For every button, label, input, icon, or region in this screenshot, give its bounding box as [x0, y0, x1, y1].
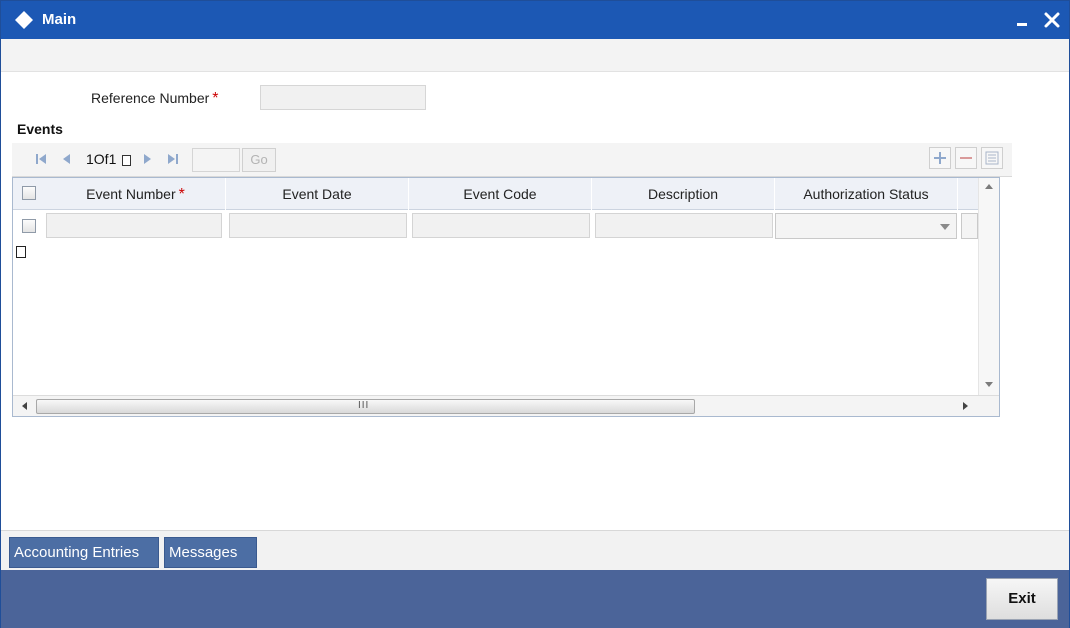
diamond-icon [15, 11, 33, 29]
column-header-label: Event Number [86, 186, 176, 202]
footer-bar: Exit [1, 570, 1069, 628]
main-window: Main Reference Number * Events 1Of1 Go E… [0, 0, 1070, 628]
horizontal-scroll-thumb[interactable]: III [36, 399, 695, 414]
events-grid: 1Of1 Go Event Number * Event Date Event … [12, 143, 1012, 417]
column-header-authorization-status[interactable]: Authorization Status [775, 178, 958, 210]
scroll-grip: III [358, 400, 370, 411]
exit-button[interactable]: Exit [986, 578, 1058, 620]
column-header-description[interactable]: Description [592, 178, 775, 210]
authorization-status-select[interactable] [775, 213, 957, 239]
go-button[interactable]: Go [242, 148, 276, 172]
page-number-input[interactable] [192, 148, 240, 172]
reference-number-label: Reference Number * [91, 90, 219, 108]
last-page-icon[interactable] [166, 152, 180, 166]
first-page-icon[interactable] [34, 152, 48, 166]
single-view-button[interactable] [981, 147, 1003, 169]
previous-page-icon[interactable] [60, 152, 74, 166]
table-header: Event Number * Event Date Event Code Desc… [13, 178, 978, 210]
pager-glyph-box [122, 155, 131, 166]
scroll-left-icon[interactable] [22, 402, 27, 410]
reference-number-input[interactable] [260, 85, 426, 110]
scroll-down-icon[interactable] [985, 382, 993, 387]
vertical-scrollbar[interactable] [978, 178, 999, 395]
events-table: Event Number * Event Date Event Code Desc… [12, 177, 1000, 417]
add-row-button[interactable] [929, 147, 951, 169]
event-code-input[interactable] [412, 213, 590, 238]
minimize-icon[interactable] [1014, 11, 1032, 29]
overflow-cell[interactable] [961, 213, 978, 239]
next-page-icon[interactable] [140, 152, 154, 166]
chevron-down-icon [940, 224, 950, 230]
column-header-event-code[interactable]: Event Code [409, 178, 592, 210]
toolbar-strip [1, 39, 1069, 72]
bottom-tab-strip: Accounting Entries Messages [1, 530, 1069, 570]
events-section-title: Events [17, 121, 63, 137]
add-row-icon [934, 152, 946, 164]
accounting-entries-button[interactable]: Accounting Entries [9, 537, 159, 568]
delete-row-icon [960, 157, 972, 159]
required-marker: * [178, 186, 185, 203]
pager-text: 1Of1 [86, 151, 117, 167]
description-input[interactable] [595, 213, 773, 238]
required-marker: * [212, 90, 219, 107]
close-icon[interactable] [1042, 10, 1062, 30]
title-bar: Main [1, 1, 1069, 39]
scroll-up-icon[interactable] [985, 184, 993, 189]
horizontal-scrollbar[interactable]: III [13, 395, 999, 416]
window-title: Main [42, 11, 77, 28]
event-number-input[interactable] [46, 213, 222, 238]
reference-number-label-text: Reference Number [91, 90, 210, 106]
messages-button[interactable]: Messages [164, 537, 257, 568]
grid-navigation-bar: 1Of1 Go [12, 143, 1012, 177]
select-all-checkbox[interactable] [22, 186, 36, 200]
scroll-right-icon[interactable] [963, 402, 968, 410]
column-header-event-date[interactable]: Event Date [226, 178, 409, 210]
placeholder-glyph-box [16, 246, 26, 258]
row-checkbox[interactable] [22, 219, 36, 233]
single-view-icon [985, 151, 999, 165]
delete-row-button[interactable] [955, 147, 977, 169]
column-header-event-number[interactable]: Event Number * [46, 178, 226, 210]
event-date-input[interactable] [229, 213, 407, 238]
